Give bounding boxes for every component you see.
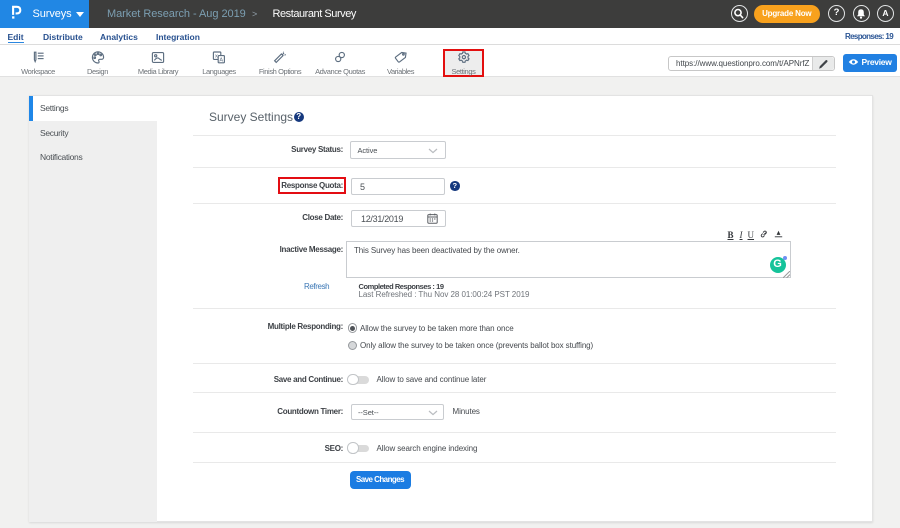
svg-text:x: x	[215, 53, 218, 59]
